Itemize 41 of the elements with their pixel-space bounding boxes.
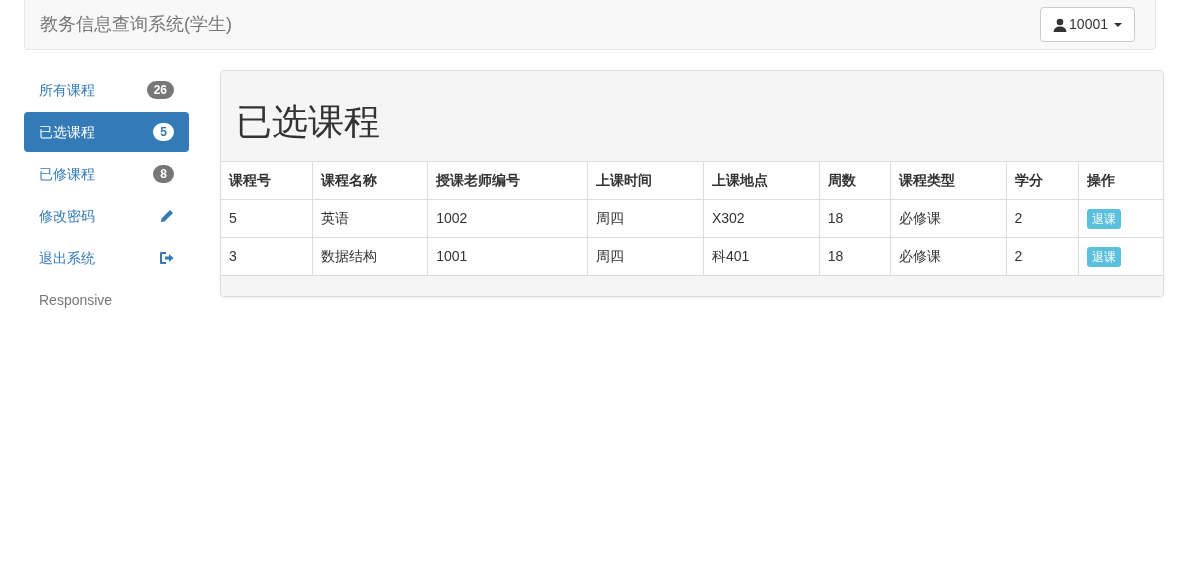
table-cell: 18 bbox=[819, 199, 891, 238]
table-cell: 2 bbox=[1006, 199, 1079, 238]
column-header: 操作 bbox=[1078, 161, 1163, 200]
sidebar-item[interactable]: 修改密码 bbox=[24, 196, 189, 236]
table-cell: 1002 bbox=[427, 199, 588, 238]
table-cell: 5 bbox=[221, 199, 313, 238]
section-header: Responsive bbox=[38, 291, 114, 310]
column-header: 授课老师编号 bbox=[427, 161, 588, 200]
column-header: 上课时间 bbox=[587, 161, 704, 200]
column-header: 课程号 bbox=[221, 161, 313, 200]
count-badge: 5 bbox=[153, 122, 174, 142]
table-cell: 3 bbox=[221, 237, 313, 276]
sidebar-item[interactable]: 退出系统 bbox=[24, 238, 189, 278]
table-cell: 科401 bbox=[703, 237, 820, 276]
table-cell: 周四 bbox=[587, 237, 704, 276]
sidebar-item[interactable]: 已选课程 5 bbox=[24, 112, 189, 152]
count-badge: 8 bbox=[153, 164, 174, 184]
brand-title[interactable]: 教务信息查询系统(学生) bbox=[40, 11, 232, 38]
table-cell: 数据结构 bbox=[312, 237, 428, 276]
logout-icon bbox=[159, 251, 174, 265]
table-cell: 18 bbox=[819, 237, 891, 276]
page-heading: 已选课程 bbox=[236, 100, 380, 144]
table-cell: 1001 bbox=[427, 237, 588, 276]
column-header: 周数 bbox=[819, 161, 891, 200]
table-cell: 英语 bbox=[312, 199, 428, 238]
table-cell: 必修课 bbox=[890, 237, 1007, 276]
column-header: 课程类型 bbox=[890, 161, 1007, 200]
table-cell: X302 bbox=[703, 199, 820, 238]
table-cell: 周四 bbox=[587, 199, 704, 238]
user-icon bbox=[1053, 17, 1068, 32]
user-menu-button[interactable]: 10001 bbox=[1040, 7, 1135, 42]
table-cell: 必修课 bbox=[890, 199, 1007, 238]
sidebar-item[interactable]: 已修课程 8 bbox=[24, 154, 189, 194]
pencil-icon bbox=[160, 209, 174, 223]
column-header: 上课地点 bbox=[703, 161, 820, 200]
table-cell: 2 bbox=[1006, 237, 1079, 276]
caret-icon bbox=[1114, 22, 1122, 27]
column-header: 学分 bbox=[1006, 161, 1079, 200]
count-badge: 26 bbox=[146, 80, 174, 100]
column-header: 课程名称 bbox=[312, 161, 428, 200]
sidebar-item[interactable]: 所有课程 26 bbox=[24, 70, 189, 110]
